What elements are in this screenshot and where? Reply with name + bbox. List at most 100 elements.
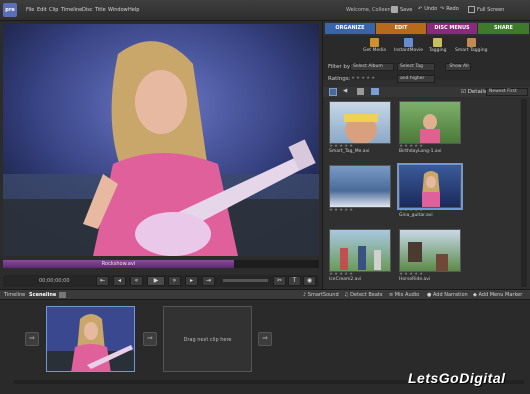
- snapshot-button[interactable]: ◉: [303, 276, 316, 286]
- show-all-button[interactable]: Show All: [445, 63, 471, 71]
- menu-edit[interactable]: Edit: [37, 7, 47, 13]
- grid-view-icon[interactable]: [329, 88, 337, 96]
- media-item[interactable]: ★★★★★ Gina_guitar.avi: [397, 163, 463, 218]
- mix-audio-button[interactable]: ≡ Mix Audio: [389, 292, 419, 298]
- go-to-start-button[interactable]: ⇤: [96, 276, 109, 286]
- menu-file[interactable]: File: [26, 7, 34, 13]
- detect-beats-button[interactable]: ♫ Detect Beats: [344, 292, 382, 298]
- audio-filter-icon[interactable]: ◀: [343, 88, 347, 94]
- media-name: BirthdayLong-1.avi: [399, 149, 442, 154]
- instantmovie-button[interactable]: InstantMovie: [394, 38, 423, 53]
- media-thumbnail: [399, 101, 461, 144]
- fullscreen-label: Full Screen: [477, 6, 505, 13]
- tab-share[interactable]: SHARE: [478, 23, 529, 34]
- get-media-button[interactable]: Get Media: [363, 38, 386, 53]
- menu-clip[interactable]: Clip: [49, 7, 58, 13]
- media-name: IceCream2.avi: [329, 277, 362, 282]
- app-logo: pre: [3, 3, 17, 17]
- scrubber-bar[interactable]: Rockshow.avi: [3, 260, 319, 268]
- zoom-icon[interactable]: [59, 292, 66, 298]
- smart-tagging-button[interactable]: Smart Tagging: [455, 38, 487, 53]
- tagging-label: Tagging: [429, 48, 447, 53]
- redo-icon: ↷: [440, 6, 445, 12]
- rating-stars[interactable]: ★★★★★: [351, 76, 376, 81]
- tag-select[interactable]: Select Tag: [397, 63, 435, 71]
- timecode: 00;00;00;00: [39, 278, 70, 284]
- rating-qualifier-select[interactable]: and higher: [397, 75, 435, 83]
- tasks-panel: ORGANIZE EDIT DISC MENUS SHARE Get Media…: [322, 21, 530, 289]
- media-item[interactable]: ★★★★★ IceCream2.avi: [329, 229, 391, 282]
- thumbnail-image: [408, 242, 448, 271]
- media-thumbnail: [329, 229, 391, 272]
- smartsound-button[interactable]: ♪ SmartSound: [303, 292, 339, 298]
- menu-window[interactable]: Window: [108, 7, 128, 13]
- transition-slot[interactable]: ⇒: [25, 332, 39, 346]
- tagging-button[interactable]: Tagging: [429, 38, 446, 53]
- empty-clip-slot[interactable]: Drag next clip here: [163, 306, 252, 372]
- step-back-button[interactable]: ◂: [113, 276, 126, 286]
- sort-select[interactable]: Newest First: [486, 88, 528, 96]
- view-toolbar: ◀ ☑ Details Newest First: [323, 87, 530, 97]
- video-preview[interactable]: [3, 24, 319, 256]
- menu-help[interactable]: Help: [128, 7, 139, 13]
- fullscreen-button[interactable]: Full Screen: [468, 6, 504, 13]
- tab-timeline[interactable]: Timeline: [4, 292, 25, 298]
- add-menu-marker-button[interactable]: ◆ Add Menu Marker: [473, 292, 522, 298]
- details-checkbox[interactable]: ☑ Details: [461, 89, 487, 95]
- media-item[interactable]: ★★★★★ HorseRide.avi: [399, 229, 461, 282]
- thumbnail-image: [422, 171, 440, 207]
- tab-edit[interactable]: EDIT: [376, 23, 426, 34]
- split-clip-button[interactable]: ✂: [273, 276, 286, 286]
- video-filter-icon[interactable]: [371, 88, 379, 95]
- title-button[interactable]: T: [288, 276, 301, 286]
- undo-button[interactable]: ↶ Undo: [418, 6, 437, 12]
- save-icon: [391, 6, 398, 13]
- tag-icon: [433, 38, 443, 47]
- media-item[interactable]: ★★★★★ BirthdayLong-1.avi: [399, 101, 461, 154]
- media-name: Gina_guitar.avi: [399, 213, 433, 218]
- grid-scrollbar[interactable]: [521, 99, 527, 287]
- redo-button[interactable]: ↷ Redo: [440, 6, 459, 12]
- undo-icon: ↶: [418, 6, 423, 12]
- tab-organize[interactable]: ORGANIZE: [325, 23, 375, 34]
- step-forward-button[interactable]: ▸: [185, 276, 198, 286]
- transition-slot[interactable]: ⇒: [258, 332, 272, 346]
- thumbnail-image: [340, 246, 381, 270]
- instantmovie-icon: [403, 38, 413, 47]
- save-label: Save: [400, 6, 413, 13]
- media-rating[interactable]: ★★★★★: [329, 208, 391, 213]
- media-item[interactable]: ★★★★★: [329, 165, 391, 213]
- menu-disc[interactable]: Disc: [82, 7, 93, 13]
- media-grid: ★★★★★ Smart_Tag_Me.avi ★★★★★ BirthdayLon…: [325, 99, 529, 289]
- tab-sceneline[interactable]: Sceneline: [29, 292, 56, 298]
- transition-slot[interactable]: ⇒: [143, 332, 157, 346]
- media-item[interactable]: ★★★★★ Smart_Tag_Me.avi: [329, 101, 391, 154]
- shuttle-slider[interactable]: [223, 279, 268, 282]
- transport-controls: 00;00;00;00 ⇤ ◂ « ▶ » ▸ ⇥ ✂ T ◉: [3, 275, 319, 287]
- add-narration-label: Add Narration: [432, 292, 468, 298]
- fullscreen-icon: [468, 6, 475, 13]
- add-menu-marker-label: Add Menu Marker: [478, 292, 523, 298]
- photo-filter-icon[interactable]: [357, 88, 364, 95]
- media-name: Smart_Tag_Me.avi: [329, 149, 370, 154]
- get-media-label: Get Media: [363, 48, 386, 53]
- save-button[interactable]: Save: [391, 6, 412, 13]
- title-bar: pre File Edit Clip Timeline Disc Title W…: [0, 0, 530, 21]
- rewind-button[interactable]: «: [130, 276, 143, 286]
- scene-clip-thumbnail: [47, 307, 134, 371]
- menu-timeline[interactable]: Timeline: [61, 7, 82, 13]
- thumbnail-image: [420, 114, 440, 143]
- menu-title[interactable]: Title: [95, 7, 106, 13]
- details-label: Details: [467, 89, 487, 95]
- media-name: HorseRide.avi: [399, 277, 431, 282]
- timeline-header: Timeline Sceneline ♪ SmartSound ♫ Detect…: [0, 289, 530, 300]
- add-narration-button[interactable]: ● Add Narration: [427, 292, 468, 298]
- forward-button[interactable]: »: [168, 276, 181, 286]
- play-button[interactable]: ▶: [147, 276, 165, 286]
- video-frame-image: [3, 24, 319, 256]
- welcome-text: Welcome, Colleen: [346, 7, 391, 13]
- tab-disc-menus[interactable]: DISC MENUS: [427, 23, 477, 34]
- album-select[interactable]: Select Album: [350, 63, 394, 71]
- go-to-end-button[interactable]: ⇥: [202, 276, 215, 286]
- scene-clip[interactable]: [46, 306, 135, 372]
